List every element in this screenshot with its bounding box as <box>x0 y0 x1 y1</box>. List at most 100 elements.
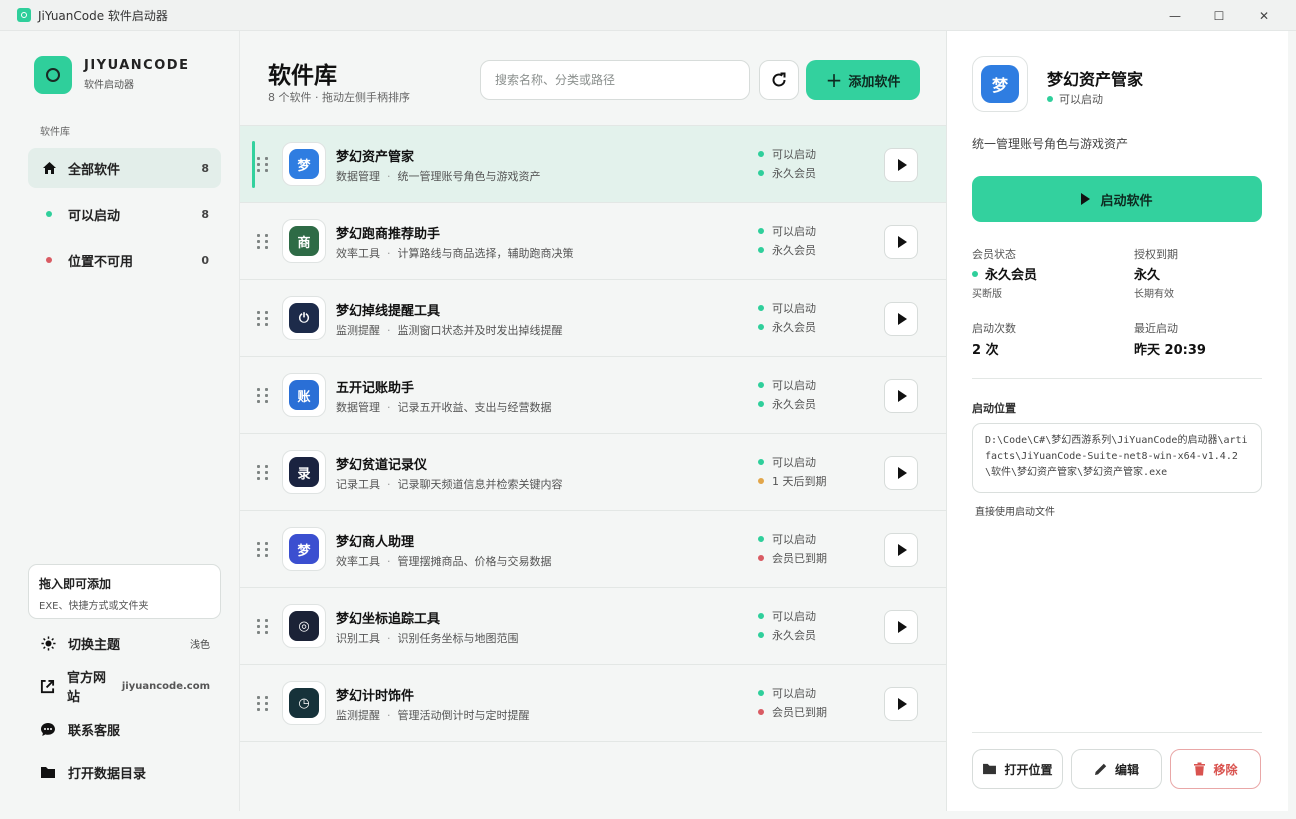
support-label: 联系客服 <box>68 723 121 739</box>
website-link[interactable]: 官方网站 jiyuancode.com <box>40 671 210 705</box>
play-icon <box>898 313 907 325</box>
software-row[interactable]: ◎ 梦幻坐标追踪工具 识别工具 · 识别任务坐标与地图范围 可以启动 永久会员 <box>240 588 946 665</box>
drag-handle-icon[interactable] <box>257 542 269 558</box>
software-name: 五开记账助手 <box>336 381 415 396</box>
detail-app-icon-glyph: 梦 <box>981 65 1019 103</box>
app-icon-glyph: 梦 <box>289 149 319 179</box>
detail-status-text: 可以启动 <box>1059 93 1103 106</box>
drag-handle-icon[interactable] <box>257 311 269 327</box>
software-name: 梦幻资产管家 <box>336 150 415 165</box>
drag-handle-icon[interactable] <box>257 465 269 481</box>
software-category: 监测提醒 <box>336 709 380 722</box>
software-row[interactable]: 梦 梦幻资产管家 数据管理 · 统一管理账号角色与游戏资产 可以启动 永久会员 <box>240 126 946 203</box>
drag-handle-icon[interactable] <box>257 157 269 173</box>
support-link[interactable]: 联系客服 <box>40 719 210 739</box>
detail-app-icon: 梦 <box>972 56 1028 112</box>
software-row[interactable]: 梦 梦幻商人助理 效率工具 · 管理摆摊商品、价格与交易数据 可以启动 会员已到期 <box>240 511 946 588</box>
nav-count: 8 <box>201 161 209 175</box>
detail-description: 统一管理账号角色与游戏资产 <box>972 137 1129 151</box>
member-status-text: 会员已到期 <box>772 706 827 719</box>
drag-handle-icon[interactable] <box>257 696 269 712</box>
remove-button[interactable]: 移除 <box>1170 749 1261 789</box>
status-dot-icon <box>41 211 57 217</box>
launch-status: 可以启动 <box>758 146 816 162</box>
theme-toggle[interactable]: 切换主题 浅色 <box>40 633 210 653</box>
maximize-button[interactable]: ☐ <box>1196 0 1242 31</box>
app-icon <box>17 8 31 22</box>
open-data-dir-link[interactable]: 打开数据目录 <box>40 762 210 782</box>
software-category: 识别工具 <box>336 632 380 645</box>
app-icon: ◷ <box>282 681 326 725</box>
nav-unavailable[interactable]: 位置不可用 0 <box>28 240 221 280</box>
app-icon: 商 <box>282 219 326 263</box>
window-title: JiYuanCode 软件启动器 <box>38 8 168 23</box>
divider <box>972 378 1262 379</box>
add-software-button[interactable]: + 添加软件 <box>806 60 920 100</box>
launch-button[interactable] <box>884 379 918 413</box>
drag-handle-icon[interactable] <box>257 619 269 635</box>
nav-count: 0 <box>201 253 209 267</box>
software-desc: 监测窗口状态并及时发出掉线提醒 <box>397 324 563 337</box>
edit-label: 编辑 <box>1114 762 1139 777</box>
member-status: 永久会员 <box>758 165 816 181</box>
search-input[interactable] <box>480 60 750 100</box>
software-name: 梦幻商人助理 <box>336 535 415 550</box>
app-icon-glyph: ⏻ <box>289 303 319 333</box>
launch-button[interactable] <box>884 456 918 490</box>
member-status: 会员已到期 <box>758 550 827 566</box>
member-dot-icon <box>758 247 764 253</box>
software-category: 数据管理 <box>336 401 380 414</box>
app-window: JiYuanCode 软件启动器 — ☐ ✕ JIYUANCODE 软件启动器 … <box>0 0 1296 819</box>
launch-button[interactable] <box>884 610 918 644</box>
license-value: 永久 <box>1134 268 1161 283</box>
drag-handle-icon[interactable] <box>257 388 269 404</box>
member-status-label: 会员状态 <box>972 248 1016 261</box>
member-status: 永久会员 <box>758 627 816 643</box>
app-icon: ⏻ <box>282 296 326 340</box>
close-button[interactable]: ✕ <box>1241 0 1287 31</box>
software-row[interactable]: ⏻ 梦幻掉线提醒工具 监测提醒 · 监测窗口状态并及时发出掉线提醒 可以启动 永久会… <box>240 280 946 357</box>
launch-software-button[interactable]: 启动软件 <box>972 176 1262 222</box>
play-icon <box>898 621 907 633</box>
launch-button[interactable] <box>884 148 918 182</box>
launch-status: 可以启动 <box>758 608 816 624</box>
launch-count-label: 启动次数 <box>972 322 1016 335</box>
launch-status-text: 可以启动 <box>772 687 816 700</box>
member-dot-icon <box>758 324 764 330</box>
add-software-label: 添加软件 <box>848 74 901 90</box>
drag-handle-icon[interactable] <box>257 234 269 250</box>
software-category: 记录工具 <box>336 478 380 491</box>
external-link-icon <box>40 679 55 694</box>
software-row[interactable]: 录 梦幻贫道记录仪 记录工具 · 记录聊天频道信息并检索关键内容 可以启动 1 天后… <box>240 434 946 511</box>
launch-status: 可以启动 <box>758 223 816 239</box>
nav-all-software[interactable]: 全部软件 8 <box>28 148 221 188</box>
software-desc: 管理摆摊商品、价格与交易数据 <box>397 555 552 568</box>
drop-zone-title: 拖入即可添加 <box>39 577 112 591</box>
software-list: 梦 梦幻资产管家 数据管理 · 统一管理账号角色与游戏资产 可以启动 永久会员 商 … <box>240 125 946 742</box>
edit-button[interactable]: 编辑 <box>1071 749 1162 789</box>
launch-button[interactable] <box>884 302 918 336</box>
license-label: 授权到期 <box>1134 248 1178 261</box>
software-row[interactable]: 商 梦幻跑商推荐助手 效率工具 · 计算路线与商品选择，辅助跑商决策 可以启动 永久… <box>240 203 946 280</box>
launch-count-value: 2 次 <box>972 343 999 358</box>
open-location-button[interactable]: 打开位置 <box>972 749 1063 789</box>
launch-button[interactable] <box>884 225 918 259</box>
launch-button[interactable] <box>884 533 918 567</box>
member-status: 1 天后到期 <box>758 473 827 489</box>
member-status-text: 永久会员 <box>772 398 816 411</box>
launch-status: 可以启动 <box>758 377 816 393</box>
nav-launchable[interactable]: 可以启动 8 <box>28 194 221 234</box>
software-row[interactable]: ◷ 梦幻计时饰件 监测提醒 · 管理活动倒计时与定时提醒 可以启动 会员已到期 <box>240 665 946 742</box>
minimize-button[interactable]: — <box>1152 0 1198 31</box>
status-dot-icon <box>758 690 764 696</box>
drop-zone[interactable]: 拖入即可添加 EXE、快捷方式或文件夹 <box>28 564 221 619</box>
refresh-button[interactable] <box>759 60 799 100</box>
data-dir-label: 打开数据目录 <box>68 766 147 782</box>
app-icon-glyph: 商 <box>289 226 319 256</box>
member-status-sub: 买断版 <box>972 289 1002 300</box>
launch-button[interactable] <box>884 687 918 721</box>
software-name: 梦幻跑商推荐助手 <box>336 227 441 242</box>
main-panel: 软件库 8 个软件 · 拖动左侧手柄排序 + 添加软件 梦 梦幻资产管家 数据管… <box>240 31 946 811</box>
software-row[interactable]: 账 五开记账助手 数据管理 · 记录五开收益、支出与经营数据 可以启动 永久会员 <box>240 357 946 434</box>
software-meta: 记录工具 · 记录聊天频道信息并检索关键内容 <box>336 478 563 491</box>
